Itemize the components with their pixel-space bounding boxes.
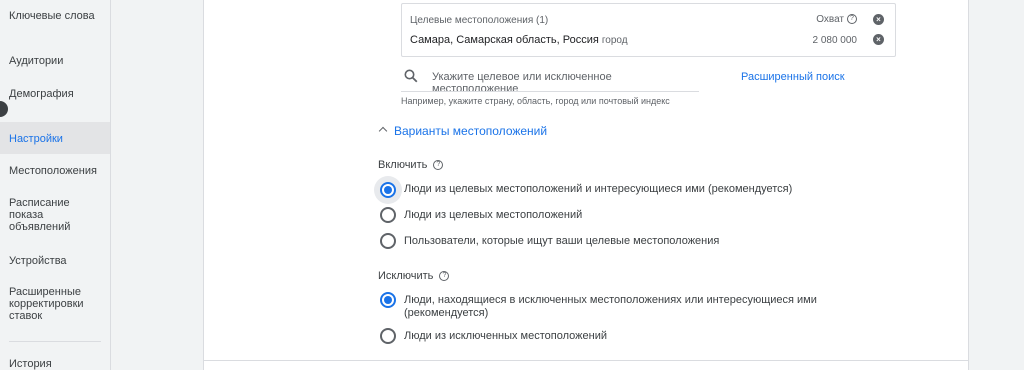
location-options-title: Варианты местоположений <box>394 124 548 138</box>
targeted-locations-header: Целевые местоположения (1) <box>410 15 549 26</box>
sidebar-item-advanced-bid-adjustments[interactable]: Расширенные корректировки ставок <box>0 286 95 322</box>
sidebar-item-audiences[interactable]: Аудитории <box>0 55 110 67</box>
advanced-search-link[interactable]: Расширенный поиск <box>741 71 845 83</box>
targeted-locations-box: Целевые местоположения (1) Охват? × Сама… <box>401 3 896 57</box>
exclude-option-radio-2[interactable] <box>380 328 396 344</box>
location-row: Самара, Самарская область, Россия город <box>410 34 628 46</box>
help-icon[interactable]: ? <box>439 271 450 282</box>
exclude-label: Исключить <box>378 270 434 282</box>
clear-all-icon[interactable]: × <box>873 14 884 25</box>
exclude-group-label: Исключить? <box>378 270 450 282</box>
location-options-toggle[interactable]: Варианты местоположений <box>377 124 547 138</box>
help-icon[interactable]: ? <box>433 160 444 171</box>
location-name: Самара, Самарская область, Россия <box>410 34 599 46</box>
include-option-label-1[interactable]: Люди из целевых местоположений и интерес… <box>404 183 844 196</box>
sidebar-nav: Ключевые слова Аудитории Демография Наст… <box>0 0 111 370</box>
sidebar-collapse-handle[interactable] <box>0 101 8 117</box>
sidebar-item-locations[interactable]: Местоположения <box>0 165 110 177</box>
location-reach-value: 2 080 000 <box>812 35 858 46</box>
exclude-option-radio-1[interactable] <box>380 292 396 308</box>
include-label: Включить <box>378 159 428 171</box>
sidebar-item-keywords[interactable]: Ключевые слова <box>0 10 110 22</box>
reach-header: Охват? <box>816 14 857 25</box>
chevron-up-icon <box>378 126 388 136</box>
exclude-option-label-2[interactable]: Люди из исключенных местоположений <box>404 330 844 343</box>
search-underline <box>401 91 699 92</box>
sidebar-item-devices[interactable]: Устройства <box>0 255 110 267</box>
sidebar-divider <box>9 341 101 342</box>
include-option-radio-2[interactable] <box>380 207 396 223</box>
include-group-label: Включить? <box>378 159 444 171</box>
search-icon <box>404 69 418 83</box>
help-icon[interactable]: ? <box>847 14 857 25</box>
include-option-label-3[interactable]: Пользователи, которые ищут ваши целевые … <box>404 235 844 248</box>
card-divider <box>204 360 968 361</box>
exclude-option-label-1[interactable]: Люди, находящиеся в исключенных местопол… <box>404 294 844 320</box>
reach-label: Охват <box>816 14 844 25</box>
include-option-radio-1[interactable] <box>380 182 396 198</box>
sidebar-item-settings[interactable]: Настройки <box>0 122 110 154</box>
include-option-label-2[interactable]: Люди из целевых местоположений <box>404 209 844 222</box>
location-type: город <box>601 35 628 46</box>
remove-location-icon[interactable]: × <box>873 34 884 45</box>
include-option-radio-3[interactable] <box>380 233 396 249</box>
sidebar-item-history[interactable]: История <box>0 358 110 370</box>
location-settings-card: Целевые местоположения (1) Охват? × Сама… <box>203 0 969 370</box>
search-hint: Например, укажите страну, область, город… <box>401 96 670 106</box>
sidebar-item-demographics[interactable]: Демография <box>0 88 110 100</box>
sidebar-item-ad-schedule[interactable]: Расписание показа объявлений <box>0 197 80 233</box>
